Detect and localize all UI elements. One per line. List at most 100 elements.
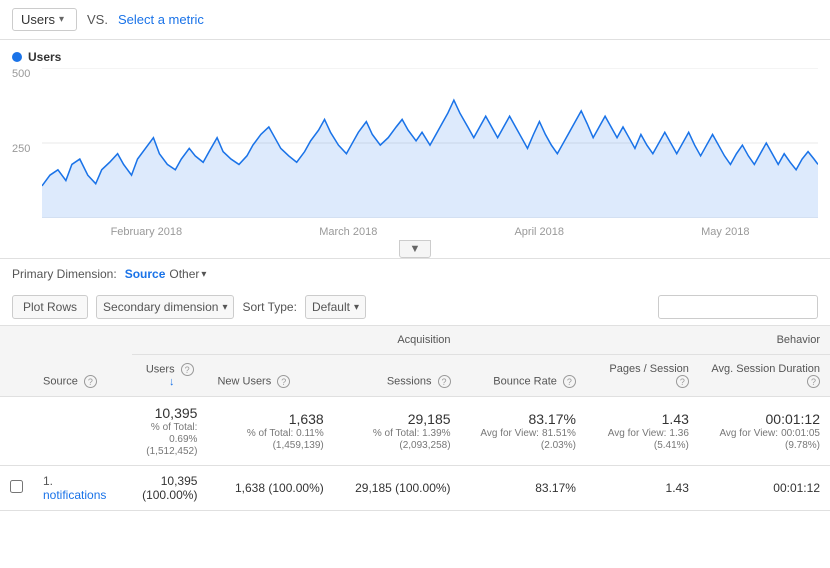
row-pages-value: 1.43 xyxy=(666,481,689,495)
acquisition-header: Acquisition xyxy=(132,326,460,355)
row-bounce-cell: 83.17% xyxy=(461,466,586,511)
row-users-cell: 10,395 (100.00%) xyxy=(132,466,207,511)
chart-area: Users 500 250 February 2018 March 2018 A… xyxy=(0,40,830,258)
totals-duration-cell: 00:01:12 Avg for View: 00:01:05 (9.78%) xyxy=(699,397,830,466)
other-dropdown-arrow: ▾ xyxy=(201,269,206,280)
totals-label-cell xyxy=(33,397,132,466)
row-new-users-cell: 1,638 (100.00%) xyxy=(207,466,333,511)
chart-svg xyxy=(42,68,818,218)
top-bar: Users ▾ VS. Select a metric xyxy=(0,0,830,40)
totals-users-cell: 10,395 % of Total: 0.69% (1,512,452) xyxy=(132,397,207,466)
y-label-500: 500 xyxy=(12,68,30,80)
sort-default-dropdown[interactable]: Default ▾ xyxy=(305,295,366,319)
row-duration-cell: 00:01:12 xyxy=(699,466,830,511)
x-axis-labels: February 2018 March 2018 April 2018 May … xyxy=(42,226,818,238)
new-users-label: New Users xyxy=(217,375,271,387)
sessions-col-header[interactable]: Sessions ? xyxy=(334,355,461,397)
y-label-250: 250 xyxy=(12,143,30,155)
totals-bounce-avg-label: Avg for View: xyxy=(480,428,539,439)
totals-bounce-avg-val: 81.51% xyxy=(542,428,576,439)
primary-dimension-bar: Primary Dimension: Source Other ▾ xyxy=(0,258,830,289)
new-users-help-icon[interactable]: ? xyxy=(277,375,290,388)
totals-bounce-avg-pct: (2.03%) xyxy=(541,440,576,451)
metric-dropdown[interactable]: Users ▾ xyxy=(12,8,77,31)
totals-row: 10,395 % of Total: 0.69% (1,512,452) 1,6… xyxy=(0,397,830,466)
pages-session-help-icon[interactable]: ? xyxy=(676,375,689,388)
behavior-header: Behavior xyxy=(461,326,830,355)
select-metric-link[interactable]: Select a metric xyxy=(118,12,204,27)
totals-pages-avg-val: 1.36 xyxy=(669,428,688,439)
totals-duration-num: 00:01:12 xyxy=(709,411,820,427)
totals-sessions-num: 29,185 xyxy=(344,411,451,427)
totals-duration-avg-val: 00:01:05 xyxy=(781,428,820,439)
totals-duration-avg-label: Avg for View: xyxy=(719,428,778,439)
metric-label: Users xyxy=(21,12,55,27)
new-users-col-header[interactable]: New Users ? xyxy=(207,355,333,397)
select-all-header xyxy=(0,326,33,397)
totals-new-users-pct: % of Total: 0.11% xyxy=(247,428,324,439)
row-sessions-cell: 29,185 (100.00%) xyxy=(334,466,461,511)
vs-text: VS. xyxy=(87,12,108,27)
row-checkbox[interactable] xyxy=(10,480,23,493)
users-sort-arrow: ↓ xyxy=(169,376,175,388)
plot-rows-button[interactable]: Plot Rows xyxy=(12,295,88,319)
users-label: Users xyxy=(146,363,175,375)
totals-new-users-num: 1,638 xyxy=(217,411,323,427)
chart-expand-btn: ▼ xyxy=(12,240,818,258)
x-label-mar: March 2018 xyxy=(319,226,377,238)
sessions-help-icon[interactable]: ? xyxy=(438,375,451,388)
metric-dropdown-arrow: ▾ xyxy=(59,14,64,25)
row-bounce-value: 83.17% xyxy=(535,481,576,495)
table-row: 1. notifications 10,395 (100.00%) 1,638 … xyxy=(0,466,830,511)
row-source-name[interactable]: notifications xyxy=(43,488,106,502)
totals-users-abs: (1,512,452) xyxy=(146,446,197,457)
source-dimension-link[interactable]: Source xyxy=(125,267,166,281)
sort-default-label: Default xyxy=(312,300,350,314)
legend-dot xyxy=(12,52,22,62)
expand-button[interactable]: ▼ xyxy=(399,240,432,258)
primary-dim-label: Primary Dimension: xyxy=(12,267,117,281)
search-input[interactable] xyxy=(658,295,818,319)
other-dimension-label: Other xyxy=(169,267,199,281)
chart-svg-container xyxy=(42,68,818,218)
totals-sessions-abs: (2,093,258) xyxy=(399,440,450,451)
sessions-label: Sessions xyxy=(387,375,432,387)
bounce-rate-col-header[interactable]: Bounce Rate ? xyxy=(461,355,586,397)
row-duration-value: 00:01:12 xyxy=(773,481,820,495)
other-dimension-dropdown[interactable]: Other ▾ xyxy=(169,267,206,281)
users-col-header[interactable]: Users ? ↓ xyxy=(132,355,207,397)
source-column-header: Source ? xyxy=(33,326,132,397)
totals-pages-avg-pct: (5.41%) xyxy=(654,440,689,451)
chart-wrapper: 500 250 February 2018 March 2018 April 2… xyxy=(12,68,818,238)
totals-sessions-cell: 29,185 % of Total: 1.39% (2,093,258) xyxy=(334,397,461,466)
users-help-icon[interactable]: ? xyxy=(181,363,194,376)
avg-duration-label: Avg. Session Duration xyxy=(711,363,820,375)
totals-checkbox-cell xyxy=(0,397,33,466)
x-label-may: May 2018 xyxy=(701,226,749,238)
pages-session-label: Pages / Session xyxy=(609,363,689,375)
totals-pages-num: 1.43 xyxy=(596,411,689,427)
pages-session-col-header[interactable]: Pages / Session ? xyxy=(586,355,699,397)
totals-pages-avg-label: Avg for View: xyxy=(608,428,667,439)
row-new-users-value: 1,638 (100.00%) xyxy=(235,481,324,495)
avg-duration-col-header[interactable]: Avg. Session Duration ? xyxy=(699,355,830,397)
source-label: Source xyxy=(43,375,78,387)
avg-duration-help-icon[interactable]: ? xyxy=(807,375,820,388)
y-axis-labels: 500 250 xyxy=(12,68,30,238)
toolbar: Plot Rows Secondary dimension ▾ Sort Typ… xyxy=(0,289,830,326)
source-help-icon[interactable]: ? xyxy=(84,375,97,388)
secondary-dim-arrow: ▾ xyxy=(222,302,227,313)
bounce-rate-label: Bounce Rate xyxy=(493,375,557,387)
row-checkbox-cell[interactable] xyxy=(0,466,33,511)
totals-sessions-pct: % of Total: 1.39% xyxy=(373,428,451,439)
totals-bounce-cell: 83.17% Avg for View: 81.51% (2.03%) xyxy=(461,397,586,466)
row-sessions-value: 29,185 (100.00%) xyxy=(355,481,450,495)
secondary-dim-label: Secondary dimension xyxy=(103,300,218,314)
x-label-apr: April 2018 xyxy=(514,226,564,238)
row-users-value: 10,395 (100.00%) xyxy=(142,474,197,502)
bounce-rate-help-icon[interactable]: ? xyxy=(563,375,576,388)
row-number: 1. xyxy=(43,474,53,488)
secondary-dimension-dropdown[interactable]: Secondary dimension ▾ xyxy=(96,295,234,319)
sort-type-label: Sort Type: xyxy=(242,300,296,314)
row-source-cell: 1. notifications xyxy=(33,466,132,511)
